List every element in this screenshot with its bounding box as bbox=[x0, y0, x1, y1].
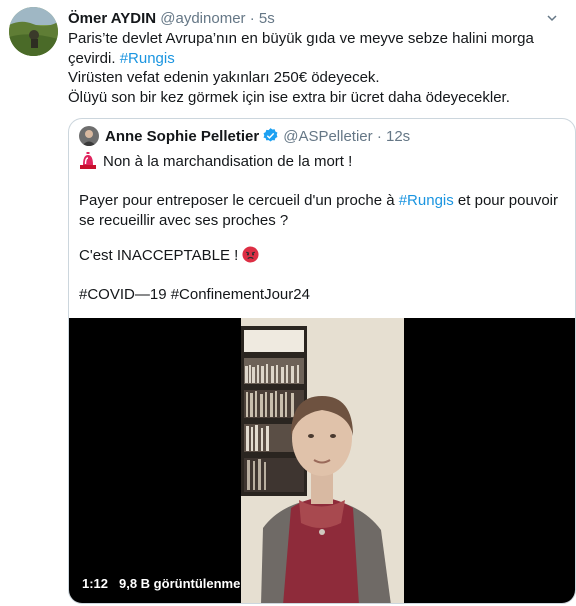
quoted-text-row: se recueillir avec ses proches ? bbox=[79, 212, 289, 229]
video-view-count: 9,8 B görüntülenme bbox=[119, 576, 241, 591]
verified-badge-icon bbox=[262, 127, 279, 144]
quoted-text-segment: Non à la marchandisation de la mort ! bbox=[103, 153, 353, 170]
quoted-text-segment: C'est INACCEPTABLE ! bbox=[79, 247, 243, 264]
author-avatar[interactable] bbox=[9, 7, 58, 56]
separator-dot: · bbox=[249, 10, 255, 27]
quoted-text-line: C'est INACCEPTABLE ! bbox=[79, 246, 571, 266]
quoted-author-name[interactable]: Anne Sophie Pelletier bbox=[105, 128, 259, 145]
rotating-light-icon bbox=[80, 152, 96, 169]
tweet-text: Paris’te devlet Avrupa’nın en büyük gıda… bbox=[68, 29, 538, 107]
quoted-author-handle[interactable]: @ASPelletier bbox=[283, 128, 372, 145]
video-player[interactable]: 1:12 9,8 B görüntülenme bbox=[69, 318, 575, 603]
video-frame bbox=[241, 318, 404, 603]
quoted-timestamp[interactable]: 12s bbox=[386, 128, 410, 145]
quoted-hashtags: #COVID―19 #ConfinementJour24 bbox=[79, 285, 571, 305]
quoted-text-line: Non à la marchandisation de la mort ! bbox=[79, 152, 571, 172]
hashtag-link[interactable]: #Rungis bbox=[120, 50, 175, 67]
hashtag-link[interactable]: #Rungis bbox=[399, 192, 454, 209]
quoted-author-avatar[interactable] bbox=[79, 126, 99, 146]
author-handle[interactable]: @aydinomer bbox=[160, 10, 245, 27]
separator-dot: · bbox=[376, 128, 382, 145]
quoted-tweet[interactable]: Anne Sophie Pelletier @ASPelletier · 12s … bbox=[68, 118, 576, 604]
angry-face-icon bbox=[242, 246, 259, 263]
tweet-text-segment: çevirdi. bbox=[68, 49, 120, 67]
tweet-text-line: Paris’te devlet Avrupa’nın en büyük gıda… bbox=[68, 30, 534, 47]
quoted-text-row: Non à la marchandisation de la mort ! bbox=[79, 152, 571, 172]
tweet-timestamp[interactable]: 5s bbox=[259, 10, 275, 27]
tweet-text-line: çevirdi. #Rungis bbox=[68, 49, 538, 69]
quoted-text-block: Payer pour entreposer le cercueil d'un p… bbox=[79, 191, 571, 231]
quoted-text-row: C'est INACCEPTABLE ! bbox=[79, 246, 571, 266]
quoted-text-segment: et pour pouvoir bbox=[453, 192, 558, 209]
tweet-card[interactable]: Ömer AYDIN @aydinomer · 5s Paris’te devl… bbox=[0, 0, 576, 606]
tweet-text-line: Ölüyü son bir kez görmek için ise extra … bbox=[68, 88, 510, 106]
author-name[interactable]: Ömer AYDIN bbox=[68, 10, 156, 27]
quoted-header: Anne Sophie Pelletier @ASPelletier · 12s bbox=[105, 127, 410, 147]
quoted-text-segment: Payer pour entreposer le cercueil d'un p… bbox=[79, 192, 399, 209]
tweet-text-line: Virüsten vefat edenin yakınları 250€ öde… bbox=[68, 69, 380, 86]
tweet-header: Ömer AYDIN @aydinomer · 5s bbox=[68, 9, 275, 29]
hashtag-link[interactable]: #COVID―19 #ConfinementJour24 bbox=[79, 285, 571, 305]
chevron-down-icon[interactable] bbox=[546, 11, 558, 23]
video-duration: 1:12 bbox=[82, 576, 109, 591]
quoted-text-row: Payer pour entreposer le cercueil d'un p… bbox=[79, 191, 571, 211]
